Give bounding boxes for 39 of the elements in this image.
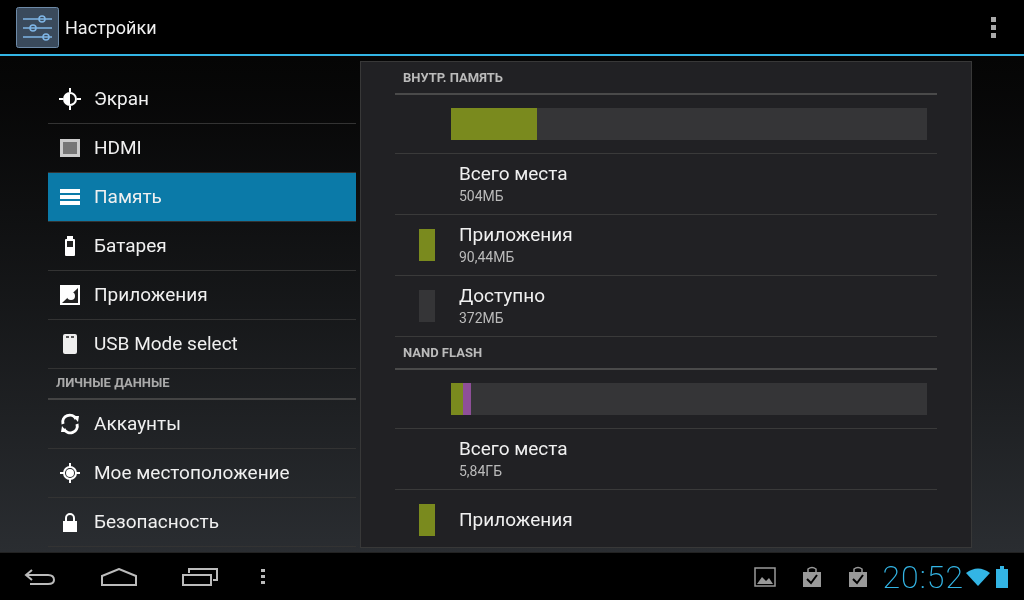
storage-label: Всего места <box>459 162 568 186</box>
storage-value: 90,44МБ <box>459 248 516 267</box>
settings-item[interactable]: Аккаунты <box>48 400 356 449</box>
overflow-menu-icon[interactable] <box>990 16 996 38</box>
apps-icon <box>59 284 81 306</box>
battery-icon[interactable] <box>996 565 1008 588</box>
section-header: NAND FLASH <box>403 343 483 362</box>
shopping-bag-check-icon[interactable] <box>848 565 869 588</box>
home-icon[interactable] <box>100 567 138 586</box>
storage-label: Всего места <box>459 437 568 461</box>
settings-item[interactable]: Батарея <box>48 222 356 271</box>
brightness-icon <box>59 88 81 110</box>
location-icon <box>59 462 81 484</box>
settings-app-icon[interactable] <box>16 6 59 48</box>
section-header: ВНУТР. ПАМЯТЬ <box>403 68 503 87</box>
storage-icon <box>59 186 81 208</box>
menu-icon[interactable] <box>261 568 265 585</box>
back-icon[interactable] <box>24 567 56 586</box>
shopping-bag-check-icon[interactable] <box>802 565 823 588</box>
image-notification-icon[interactable] <box>754 566 777 587</box>
section-header: ЛИЧНЫЕ ДАННЫЕ <box>56 373 170 392</box>
storage-label: Доступно <box>459 284 546 308</box>
recent-apps-icon[interactable] <box>182 567 218 586</box>
settings-item[interactable]: USB Mode select <box>48 320 356 369</box>
settings-item[interactable]: Приложения <box>48 271 356 320</box>
wifi-icon[interactable] <box>966 567 990 586</box>
storage-value: 372МБ <box>459 309 505 328</box>
storage-label: Приложения <box>459 508 573 532</box>
storage-label: Приложения <box>459 223 573 247</box>
display-icon <box>59 137 81 159</box>
settings-item[interactable]: Мое местоположение <box>48 449 356 498</box>
sync-icon <box>59 413 81 435</box>
clock[interactable]: 20:52 <box>882 560 964 593</box>
storage-value: 504МБ <box>459 187 505 206</box>
settings-item[interactable]: Безопасность <box>48 498 356 547</box>
app-title: Настройки <box>65 15 157 40</box>
storage-value: 5,84ГБ <box>459 462 503 481</box>
settings-item[interactable]: Экран <box>48 75 356 124</box>
settings-item[interactable]: Память <box>48 173 356 222</box>
